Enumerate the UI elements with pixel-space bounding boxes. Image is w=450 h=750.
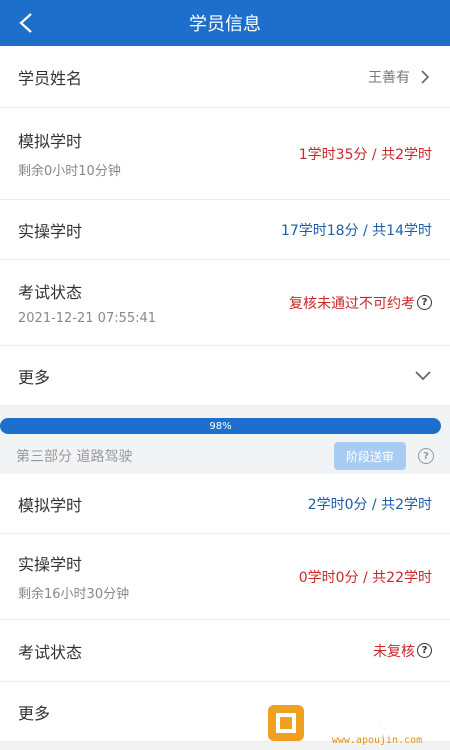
student-name-label: 学员姓名: [18, 68, 83, 88]
sim-hours-remaining: 剩余0小时10分钟: [18, 164, 121, 179]
more-label: 更多: [18, 367, 51, 387]
chevron-down-icon: [415, 370, 431, 380]
exam-status-row: 考试状态 2021-12-21 07:55:41 复核未通过不可约考 ?: [0, 260, 450, 346]
stage-help-icon[interactable]: ?: [418, 448, 434, 464]
sim-hours-label-3: 模拟学时: [18, 495, 83, 515]
watermark-sub-text: www.apoujin.com: [331, 735, 423, 746]
progress-area: 98%: [0, 406, 450, 438]
watermark-logo-icon: [268, 705, 304, 741]
practice-hours-value: 17学时18分 / 共14学时: [280, 222, 432, 239]
exam-status-value: 复核未通过不可约考: [289, 295, 415, 312]
progress-bar: 98%: [0, 418, 441, 434]
stage-submit-button[interactable]: 阶段送审: [334, 442, 406, 470]
help-icon[interactable]: ?: [417, 295, 432, 310]
practice-hours-value-3: 0学时0分 / 共22学时: [298, 569, 432, 586]
sim-hours-value: 1学时35分 / 共2学时: [298, 146, 432, 163]
student-name-value: 王善有: [368, 69, 410, 86]
exam-status-time: 2021-12-21 07:55:41: [18, 311, 157, 326]
more-label-3: 更多: [18, 703, 51, 723]
practice-hours-row-3: 实操学时 剩余16小时30分钟 0学时0分 / 共22学时: [0, 534, 450, 620]
exam-status-row-3: 考试状态 未复核 ?: [0, 620, 450, 682]
stage-title: 第三部分 道路驾驶: [16, 449, 133, 465]
sim-hours-label: 模拟学时: [18, 132, 83, 151]
sim-hours-row-3: 模拟学时 2学时0分 / 共2学时: [0, 474, 450, 534]
practice-hours-row: 实操学时 17学时18分 / 共14学时: [0, 200, 450, 260]
top-bar: 学员信息: [0, 0, 450, 46]
exam-status-label: 考试状态: [18, 283, 83, 302]
watermark-main-text: 欧全软件园: [312, 706, 442, 735]
practice-hours-label-3: 实操学时: [18, 555, 83, 574]
help-icon[interactable]: ?: [417, 643, 432, 658]
chevron-right-icon: [421, 69, 430, 84]
more-row[interactable]: 更多: [0, 346, 450, 406]
student-name-row[interactable]: 学员姓名 王善有: [0, 46, 450, 108]
progress-text: 98%: [209, 420, 232, 432]
exam-status-value-3: 未复核: [373, 643, 415, 660]
chevron-left-icon: [19, 13, 32, 33]
stage-header: 第三部分 道路驾驶 阶段送审 ?: [0, 438, 450, 474]
page-title: 学员信息: [189, 14, 261, 35]
watermark: 欧全软件园 www.apoujin.com: [266, 700, 442, 746]
sim-hours-value-3: 2学时0分 / 共2学时: [307, 496, 432, 513]
back-button[interactable]: [12, 9, 40, 37]
practice-hours-remaining-3: 剩余16小时30分钟: [18, 587, 130, 602]
sim-hours-row: 模拟学时 剩余0小时10分钟 1学时35分 / 共2学时: [0, 108, 450, 200]
practice-hours-label: 实操学时: [18, 221, 83, 241]
exam-status-label-3: 考试状态: [18, 642, 83, 662]
